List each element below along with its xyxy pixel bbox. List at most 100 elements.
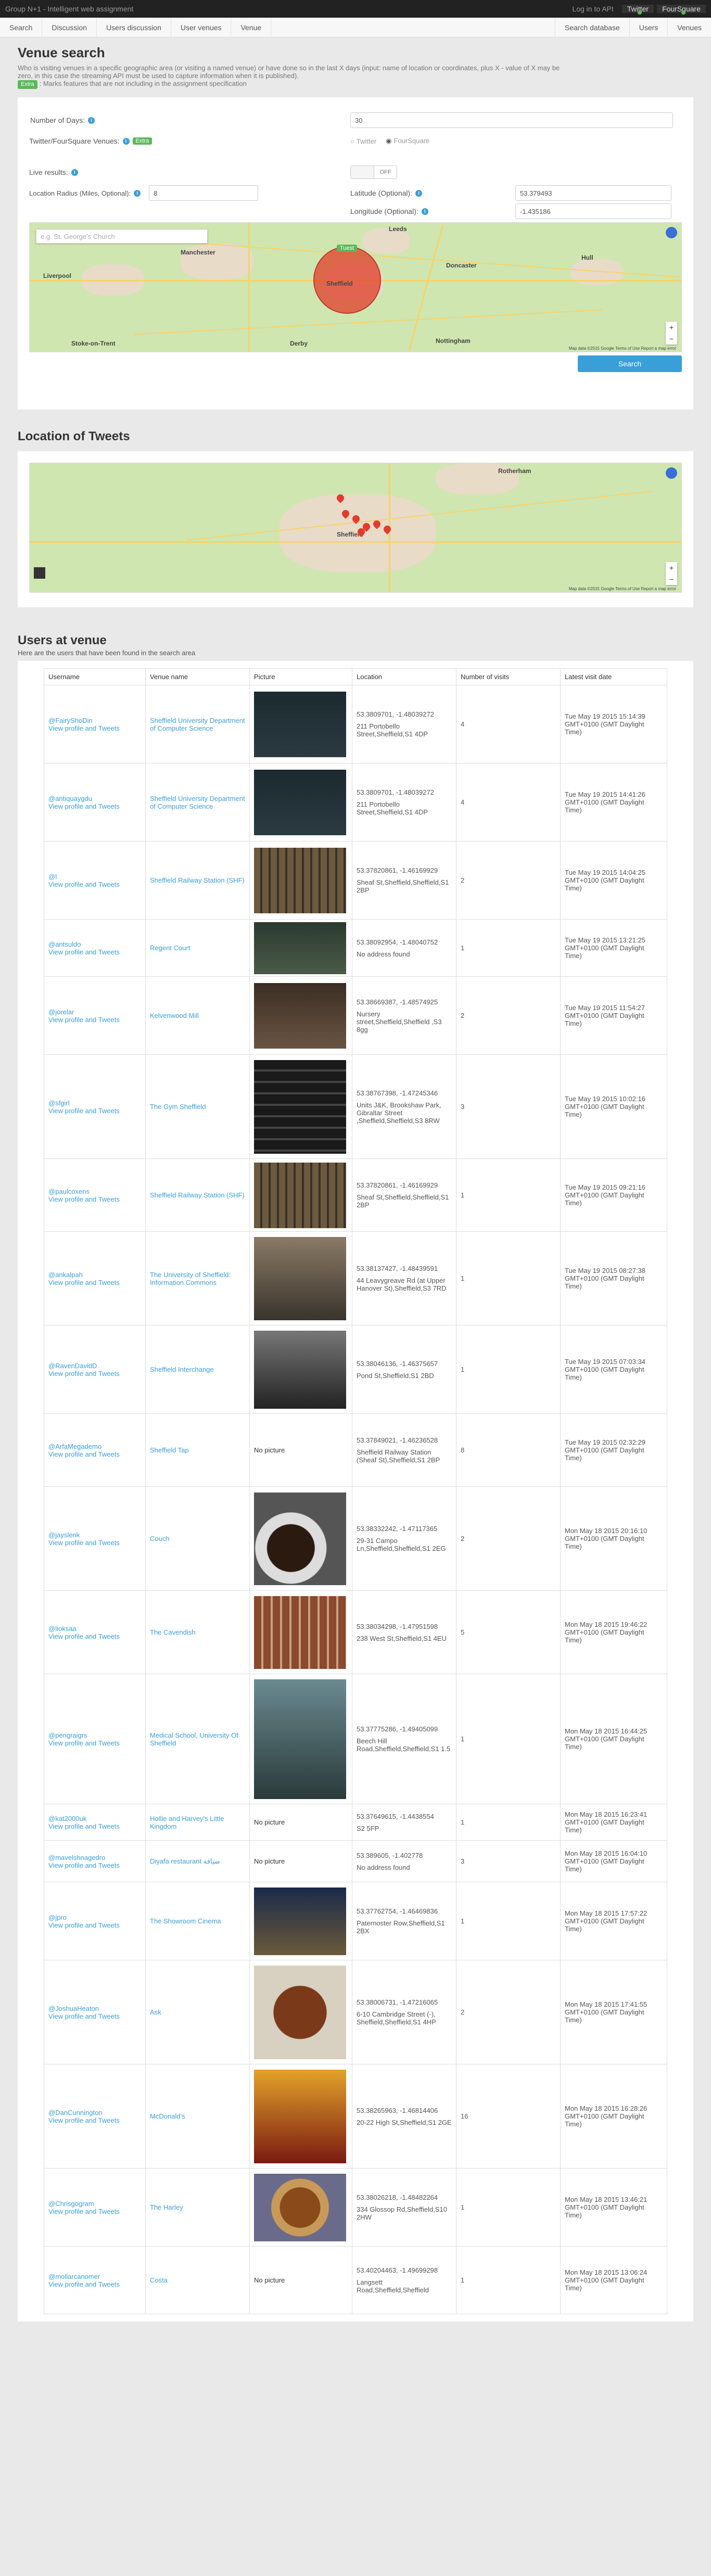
venue-link[interactable]: Sheffield Railway Station (SHF) — [150, 876, 245, 884]
longitude-input[interactable] — [515, 203, 671, 219]
nav-discussion[interactable]: Discussion — [42, 17, 97, 37]
nav-venues[interactable]: Venues — [667, 17, 711, 37]
username-link[interactable]: @JoshuaHeaton — [48, 2005, 141, 2012]
view-profile-link[interactable]: View profile and Tweets — [48, 948, 141, 956]
tweets-map[interactable]: Rotherham Sheffield + − Map data ©2015 Go… — [29, 463, 682, 593]
map-search-input[interactable]: e.g. St. George's Church — [36, 229, 208, 244]
search-map[interactable]: Liverpool Manchester Sheffield Leeds Sto… — [29, 222, 682, 352]
twitter-radio[interactable]: Twitter — [350, 137, 376, 145]
view-profile-link[interactable]: View profile and Tweets — [48, 1539, 141, 1547]
username-link[interactable]: @ankalpah — [48, 1271, 141, 1279]
venue-link[interactable]: Sheffield Tap — [150, 1446, 189, 1454]
brand-title[interactable]: Group N+1 - Intelligent web assignment — [5, 5, 567, 13]
venue-link[interactable]: The University of Sheffield: Information… — [150, 1271, 231, 1286]
venue-link[interactable]: Sheffield University Department of Compu… — [150, 795, 245, 810]
venue-link[interactable]: Kelvenwood Mill — [150, 1012, 199, 1019]
username-link[interactable]: @l — [48, 873, 141, 881]
view-profile-link[interactable]: View profile and Tweets — [48, 2012, 141, 2020]
venue-link[interactable]: The Gym Sheffield — [150, 1103, 206, 1111]
username-link[interactable]: @lioksaa — [48, 1625, 141, 1633]
venue-link[interactable]: Regent Court — [150, 944, 190, 952]
view-profile-link[interactable]: View profile and Tweets — [48, 1107, 141, 1115]
info-icon[interactable]: i — [88, 117, 95, 124]
username-link[interactable]: @DanCunnington — [48, 2109, 141, 2116]
username-link[interactable]: @ArfaMegademo — [48, 1443, 141, 1450]
username-link[interactable]: @kat2000uk — [48, 1815, 141, 1822]
venue-photo[interactable] — [254, 1596, 346, 1669]
username-link[interactable]: @FairyShoDin — [48, 717, 141, 724]
zoom-control[interactable]: + − — [666, 562, 677, 585]
username-link[interactable]: @jayslenk — [48, 1531, 141, 1539]
venue-photo[interactable] — [254, 847, 346, 913]
username-link[interactable]: @jorelar — [48, 1008, 141, 1016]
venue-link[interactable]: Medical School, University Of Sheffield — [150, 1731, 238, 1747]
street-view-icon[interactable] — [666, 227, 677, 238]
search-button[interactable]: Search — [578, 355, 682, 372]
venue-link[interactable]: Couch — [150, 1535, 170, 1542]
view-profile-link[interactable]: View profile and Tweets — [48, 1822, 141, 1830]
fullscreen-icon[interactable] — [34, 567, 45, 579]
view-profile-link[interactable]: View profile and Tweets — [48, 881, 141, 888]
login-api-link[interactable]: Log in to API — [567, 5, 618, 13]
venue-link[interactable]: Ask — [150, 2008, 161, 2016]
username-link[interactable]: @pengraigrs — [48, 1731, 141, 1739]
venue-link[interactable]: McDonald's — [150, 2112, 185, 2120]
foursquare-radio[interactable]: FourSquare — [386, 137, 430, 145]
venue-link[interactable]: Diyafa restaurant ضيافة — [150, 1857, 220, 1865]
view-profile-link[interactable]: View profile and Tweets — [48, 1633, 141, 1640]
info-icon[interactable]: i — [71, 169, 78, 176]
foursquare-status[interactable]: FourSquare — [657, 5, 706, 15]
venue-photo[interactable] — [254, 1492, 346, 1585]
username-link[interactable]: @antsuldo — [48, 940, 141, 948]
venue-photo[interactable] — [254, 922, 346, 974]
street-view-icon[interactable] — [666, 467, 677, 479]
view-profile-link[interactable]: View profile and Tweets — [48, 1861, 141, 1869]
venue-photo[interactable] — [254, 2173, 346, 2241]
venue-photo[interactable] — [254, 1162, 346, 1228]
nav-search[interactable]: Search — [0, 17, 43, 37]
view-profile-link[interactable]: View profile and Tweets — [48, 1739, 141, 1747]
view-profile-link[interactable]: View profile and Tweets — [48, 1921, 141, 1929]
view-profile-link[interactable]: View profile and Tweets — [48, 724, 141, 732]
venue-link[interactable]: The Cavendish — [150, 1628, 195, 1636]
live-results-toggle[interactable]: OFF — [350, 165, 397, 179]
info-icon[interactable]: i — [421, 208, 428, 215]
venue-photo[interactable] — [254, 1236, 346, 1320]
venue-photo[interactable] — [254, 2069, 346, 2163]
venue-link[interactable]: Sheffield Interchange — [150, 1366, 214, 1373]
zoom-control[interactable]: + − — [666, 322, 677, 345]
username-link[interactable]: @RavenDavidD — [48, 1362, 141, 1370]
username-link[interactable]: @mollarcanomer — [48, 2273, 141, 2280]
username-link[interactable]: @mavelshnagedro — [48, 1854, 141, 1861]
venue-photo[interactable] — [254, 769, 346, 835]
venue-photo[interactable] — [254, 983, 346, 1049]
view-profile-link[interactable]: View profile and Tweets — [48, 1195, 141, 1203]
username-link[interactable]: @Chrisgogram — [48, 2200, 141, 2208]
venue-link[interactable]: The Showroom Cinema — [150, 1917, 221, 1925]
username-link[interactable]: @jpro — [48, 1914, 141, 1921]
nav-users-discussion[interactable]: Users discussion — [97, 17, 171, 37]
venue-photo[interactable] — [254, 691, 346, 757]
username-link[interactable]: @paulcoxens — [48, 1188, 141, 1195]
days-input[interactable] — [350, 112, 673, 128]
username-link[interactable]: @sfgirl — [48, 1099, 141, 1107]
view-profile-link[interactable]: View profile and Tweets — [48, 2280, 141, 2288]
venue-link[interactable]: Hollie and Harvey's Little Kingdom — [150, 1815, 224, 1830]
venue-photo[interactable] — [254, 1679, 346, 1799]
venue-photo[interactable] — [254, 1060, 346, 1154]
venue-photo[interactable] — [254, 1887, 346, 1955]
info-icon[interactable]: i — [415, 189, 423, 197]
view-profile-link[interactable]: View profile and Tweets — [48, 1016, 141, 1024]
venue-link[interactable]: Sheffield University Department of Compu… — [150, 717, 245, 732]
view-profile-link[interactable]: View profile and Tweets — [48, 2208, 141, 2215]
venue-photo[interactable] — [254, 1965, 346, 2059]
nav-user-venues[interactable]: User venues — [171, 17, 232, 37]
venue-link[interactable]: The Harley — [150, 2203, 183, 2211]
nav-venue[interactable]: Venue — [231, 17, 272, 37]
radius-input[interactable] — [149, 185, 259, 201]
venue-photo[interactable] — [254, 1330, 346, 1409]
view-profile-link[interactable]: View profile and Tweets — [48, 802, 141, 810]
venue-link[interactable]: Sheffield Railway Station (SHF) — [150, 1191, 245, 1199]
info-icon[interactable]: i — [134, 189, 141, 197]
info-icon[interactable]: i — [122, 137, 130, 145]
